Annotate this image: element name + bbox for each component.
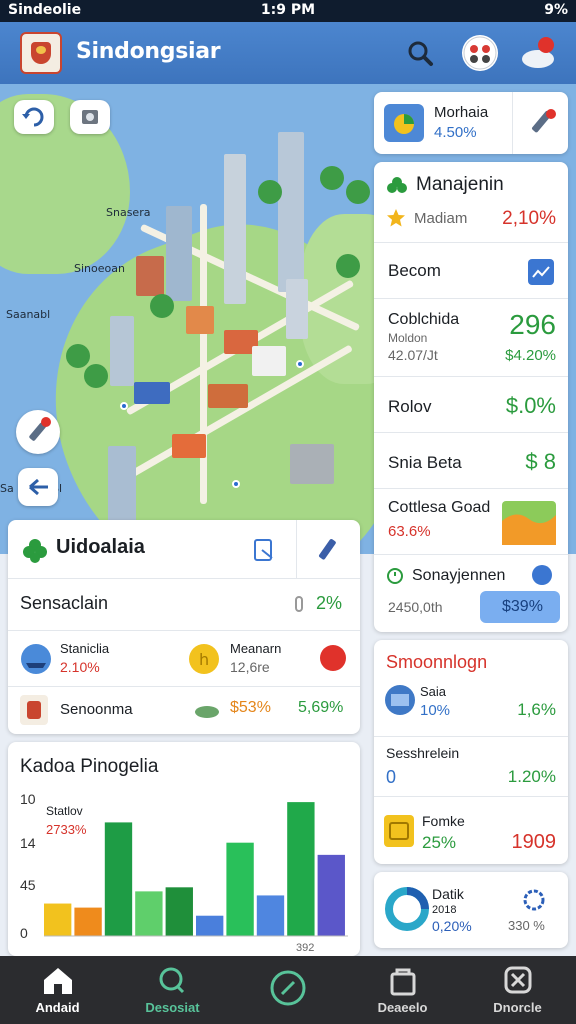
satellite-icon xyxy=(82,110,98,124)
palette-button[interactable] xyxy=(462,35,498,71)
list-item[interactable]: Cottlesa Goad 63.6% xyxy=(374,488,568,554)
map-label: Snasera xyxy=(106,206,151,219)
quick-stat-title: Morhaia xyxy=(434,104,489,121)
chart-title: Kadoa Pinogelia xyxy=(20,756,159,777)
value-pill-button[interactable]: $39% xyxy=(480,591,560,623)
close-square-icon xyxy=(504,966,532,994)
chart-bar[interactable] xyxy=(44,903,72,936)
notifications-button[interactable] xyxy=(520,35,556,71)
status-bar: Sindeolie 1:9 PM 9% xyxy=(0,0,576,22)
chart-bar[interactable] xyxy=(287,802,315,936)
chart-bar[interactable] xyxy=(317,854,345,936)
harbor-icon xyxy=(21,644,51,674)
app-title: Sindongsiar xyxy=(76,39,221,64)
edit-pen-icon[interactable] xyxy=(524,104,560,142)
area-chart-thumbnail-icon xyxy=(502,501,556,545)
nav-bag[interactable]: Deaeelo xyxy=(345,956,460,1024)
info-icon xyxy=(532,565,552,585)
chart-bar[interactable] xyxy=(135,891,163,936)
clock-icon xyxy=(387,568,403,584)
management-panel: Manajenin Madiam 2,10% Becom Coblchida M… xyxy=(374,162,568,632)
nav-compass[interactable] xyxy=(230,956,345,1024)
y-tick-label: 45 xyxy=(20,877,36,893)
shopping-bag-icon xyxy=(390,968,416,996)
locate-button[interactable] xyxy=(16,410,60,454)
y-tick-label: 14 xyxy=(20,835,36,851)
stadium-icon xyxy=(385,685,415,715)
summary-card: Smoonnlogn Saia 10% 1,6% Sesshrelein 0 1… xyxy=(374,640,568,864)
search-circle-icon xyxy=(159,967,185,994)
nav-home[interactable]: Andaid xyxy=(0,956,115,1024)
refresh-map-button[interactable] xyxy=(14,100,54,134)
pin-icon xyxy=(295,596,303,612)
folder-icon xyxy=(384,815,414,847)
map-label: Sinoeoan xyxy=(74,262,125,275)
arrow-left-icon xyxy=(29,478,48,496)
alert-dot-icon xyxy=(320,645,346,671)
donut-stat-card[interactable]: Datik 2018 0,20% 330 % xyxy=(374,872,568,948)
pen-tool-icon xyxy=(29,417,51,441)
clover-icon xyxy=(387,177,407,193)
quick-stat-value: 4.50% xyxy=(434,124,477,141)
list-item[interactable]: Staniclia 2.10% h Meanarn 12,6re xyxy=(8,630,360,686)
chart-bar[interactable] xyxy=(256,895,285,936)
list-item[interactable]: Becom xyxy=(374,242,568,300)
layers-button[interactable] xyxy=(70,100,110,134)
quick-stat-card[interactable]: Morhaia 4.50% xyxy=(374,92,568,154)
chart-bar[interactable] xyxy=(226,842,254,936)
summary-title: Smoonnlogn xyxy=(386,652,488,672)
donut-chart-icon xyxy=(385,887,429,931)
trend-chart-icon[interactable] xyxy=(528,259,554,285)
chart-bar[interactable] xyxy=(165,887,193,936)
refresh-icon xyxy=(22,107,44,127)
svg-text:h: h xyxy=(199,650,209,669)
overview-title: Uidoalaia xyxy=(56,536,145,558)
list-item[interactable]: Sensaclain 2% xyxy=(8,578,360,630)
home-icon xyxy=(44,968,72,994)
settings-gear-icon[interactable] xyxy=(520,886,548,914)
battery-text: 9% xyxy=(544,2,568,18)
map-label: Sa xyxy=(0,482,14,495)
search-icon xyxy=(408,41,433,66)
star-icon xyxy=(387,209,405,227)
chart-bar[interactable] xyxy=(104,822,133,936)
chart-annotation-label: Statlov xyxy=(46,804,83,818)
list-item[interactable]: Senoonma $53% 5,69% xyxy=(8,686,360,734)
plus-leaf-icon xyxy=(23,539,47,563)
nav-discover[interactable]: Desosiat xyxy=(115,956,230,1024)
bottom-navigation: Andaid Desosiat Deaeelo Dnorcle xyxy=(0,956,576,1024)
app-logo xyxy=(20,32,62,74)
cloud-notification-icon xyxy=(522,37,554,68)
nav-close[interactable]: Dnorcle xyxy=(460,956,575,1024)
compass-icon xyxy=(270,970,306,1006)
chart-corner-value: 392 xyxy=(296,942,315,954)
list-item[interactable]: Sesshrelein 0 1.20% xyxy=(374,736,568,796)
pen-icon[interactable] xyxy=(312,534,342,566)
list-item[interactable]: Rolov $.0% xyxy=(374,376,568,432)
y-tick-label: 0 xyxy=(20,925,28,941)
coin-icon: h xyxy=(189,644,219,674)
chart-thumbnail-icon xyxy=(384,104,424,142)
overview-card: Uidoalaia Sensaclain 2% Staniclia 2.10% … xyxy=(8,520,360,734)
clock: 1:9 PM xyxy=(260,2,316,18)
chart-bar[interactable] xyxy=(196,915,224,936)
list-item[interactable]: Saia 10% 1,6% xyxy=(374,680,568,736)
back-button[interactable] xyxy=(18,468,58,506)
y-tick-label: 10 xyxy=(20,791,36,807)
document-edit-icon[interactable] xyxy=(252,536,278,564)
list-item[interactable]: Snia Beta $ 8 xyxy=(374,432,568,488)
panel-title: Manajenin xyxy=(416,174,504,195)
cloud-icon xyxy=(195,706,219,718)
search-button[interactable] xyxy=(402,35,438,71)
emblem-icon xyxy=(20,695,48,725)
list-item[interactable]: Fomke 25% 1909 xyxy=(374,796,568,864)
app-header: Sindongsiar xyxy=(0,22,576,84)
map-label: Saanabl xyxy=(6,308,51,321)
bar-chart-card: Kadoa Pinogelia 10 14 45 0 Statlov 2733% 39… xyxy=(8,742,360,956)
palette-icon xyxy=(463,36,497,70)
chart-annotation-value: 2733% xyxy=(46,822,87,837)
chart-bar[interactable] xyxy=(74,907,102,936)
list-item[interactable]: Coblchida Moldon 42.07/Jt 296 $4.20% xyxy=(374,298,568,378)
list-item[interactable]: Sonayjennen 2450,0th $39% xyxy=(374,554,568,632)
